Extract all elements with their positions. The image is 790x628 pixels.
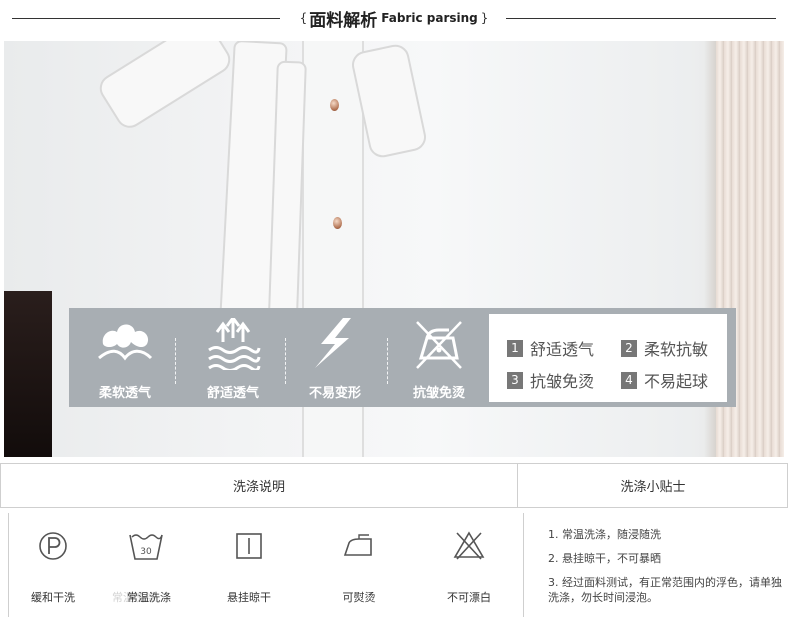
- shirt-button-2: [333, 217, 342, 229]
- hang-dry-icon: [236, 533, 262, 559]
- feature-divider: [175, 338, 176, 384]
- tip-item: 3. 经过面料测试，有正常范围内的浮色，请单独洗涤，勿长时间浸泡。: [548, 576, 782, 604]
- header-rule-right: [506, 18, 776, 19]
- bow-tie-left-loop: [94, 41, 236, 134]
- property-text: 柔软抗敏: [644, 340, 709, 359]
- feature-label: 不易变形: [308, 386, 361, 401]
- care-label: 缓和干洗: [31, 591, 75, 604]
- body-divider: [523, 513, 524, 617]
- feature-breathable: 舒适透气: [181, 316, 285, 401]
- lightning-shape-icon: [315, 318, 351, 368]
- care-label: 可熨烫: [342, 591, 376, 604]
- breathable-waves-icon: [208, 318, 261, 370]
- care-iron: 可熨烫: [314, 523, 404, 613]
- property-text: 抗皱免烫: [530, 372, 595, 391]
- property-text: 不易起球: [644, 372, 709, 391]
- no-bleach-icon: [453, 531, 485, 560]
- care-wash-30: 30 常温洗涤: [104, 523, 194, 613]
- feature-label: 柔软透气: [98, 386, 151, 401]
- wash-instructions-header: 洗涤说明: [232, 480, 285, 495]
- property-item: 1 舒适透气: [507, 336, 594, 360]
- wash-header-row: 洗涤说明 洗涤小贴士: [0, 463, 788, 508]
- care-no-bleach: 不可漂白: [424, 523, 514, 613]
- care-dry-clean: 缓和干洗: [8, 523, 98, 613]
- brace-close: }: [480, 11, 489, 25]
- wash-body: 缓和干洗 常温洗涤 30 常温洗涤 悬挂晾干 可熨烫 不可漂白 1. 常温洗涤，…: [8, 513, 784, 625]
- feature-bar: 柔软透气 舒适透气 不易变形 抗皱免烫 1 舒适透气 2 柔软抗敏 3 抗皱免烫…: [69, 308, 736, 407]
- care-label: 悬挂晾干: [227, 591, 271, 604]
- property-list: 1 舒适透气 2 柔软抗敏 3 抗皱免烫 4 不易起球: [489, 314, 727, 402]
- section-header: { 面料解析 Fabric parsing }: [0, 0, 790, 36]
- property-item: 4 不易起球: [621, 368, 708, 392]
- cloud-soft-icon: [98, 324, 153, 361]
- brace-open: {: [299, 11, 308, 25]
- care-hang-dry: 悬挂晾干: [204, 523, 294, 613]
- property-text: 舒适透气: [530, 340, 595, 359]
- property-number: 3: [507, 371, 523, 389]
- tip-item: 1. 常温洗涤，随浸随洗: [548, 528, 661, 541]
- property-number: 2: [621, 339, 637, 357]
- care-label: 不可漂白: [447, 591, 491, 604]
- wash-section: 洗涤说明 洗涤小贴士 缓和干洗 常温洗涤 30 常温洗涤 悬挂晾干 可熨烫 不可…: [0, 463, 790, 628]
- wash-tips-header: 洗涤小贴士: [620, 480, 686, 495]
- feature-label: 舒适透气: [206, 386, 259, 401]
- feature-no-deform: 不易变形: [283, 316, 387, 401]
- feature-label: 抗皱免烫: [412, 386, 465, 401]
- header-rule-left: [12, 18, 280, 19]
- property-number: 1: [507, 339, 523, 357]
- wash-temperature: 30: [140, 547, 152, 557]
- section-title: { 面料解析 Fabric parsing }: [290, 6, 498, 31]
- property-item: 3 抗皱免烫: [507, 368, 594, 392]
- photo-shadow-corner: [4, 291, 52, 457]
- feature-anti-wrinkle: 抗皱免烫: [387, 316, 491, 401]
- wash-30-icon: 30: [129, 534, 163, 560]
- feature-soft: 柔软透气: [73, 316, 177, 401]
- property-item: 2 柔软抗敏: [621, 336, 708, 360]
- property-number: 4: [621, 371, 637, 389]
- title-zh: 面料解析: [309, 10, 378, 31]
- title-en: Fabric parsing: [381, 11, 478, 25]
- care-label: 常温洗涤: [127, 591, 171, 604]
- shirt-button-1: [330, 99, 339, 111]
- iron-crossed-icon: [416, 321, 462, 369]
- dry-clean-p-icon: [39, 532, 67, 560]
- tip-item: 2. 悬挂晾干，不可暴晒: [548, 552, 661, 565]
- iron-icon: [343, 534, 372, 556]
